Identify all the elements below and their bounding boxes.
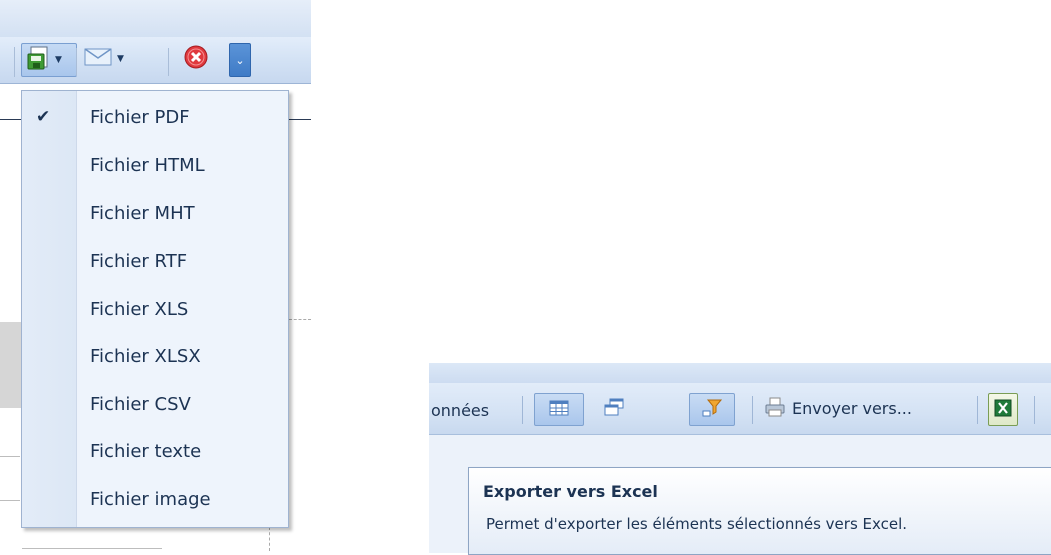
grid-view-button[interactable] <box>534 393 584 426</box>
excel-icon <box>994 399 1012 421</box>
menu-item-xlsx[interactable]: Fichier XLSX <box>22 334 288 378</box>
save-export-icon <box>26 45 52 75</box>
menu-item-label: Fichier image <box>90 488 211 510</box>
menu-item-label: Fichier CSV <box>90 393 191 415</box>
export-format-menu: ✔ Fichier PDF Fichier HTML Fichier MHT F… <box>21 90 289 528</box>
check-icon: ✔ <box>36 107 51 127</box>
export-button[interactable]: ▼ <box>21 43 77 77</box>
filter-button[interactable] <box>689 393 735 426</box>
tooltip-description: Permet d'exporter les éléments sélection… <box>486 515 908 533</box>
menu-item-label: Fichier XLSX <box>90 345 201 367</box>
send-to-button[interactable]: Envoyer vers... <box>764 393 968 424</box>
filter-icon <box>702 399 723 421</box>
dropdown-chevron-icon: ⌄ <box>235 53 245 67</box>
chevron-down-icon[interactable]: ▼ <box>55 55 62 65</box>
menu-item-rtf[interactable]: Fichier RTF <box>22 239 288 283</box>
toolbar-separator <box>1034 396 1035 424</box>
excel-tooltip: Exporter vers Excel Permet d'exporter le… <box>468 467 1051 555</box>
menu-item-pdf[interactable]: ✔ Fichier PDF <box>22 95 288 139</box>
export-excel-button[interactable] <box>988 393 1018 426</box>
menu-item-text[interactable]: Fichier texte <box>22 429 288 473</box>
ribbon-header <box>429 363 1051 383</box>
document-tick <box>0 500 20 501</box>
menu-item-label: Fichier texte <box>90 440 202 462</box>
menu-item-image[interactable]: Fichier image <box>22 477 288 521</box>
partial-label: onnées <box>431 401 490 420</box>
menu-item-label: Fichier XLS <box>90 298 189 320</box>
document-dashed-line <box>269 527 270 551</box>
title-bar <box>0 0 311 37</box>
menu-item-mht[interactable]: Fichier MHT <box>22 191 288 235</box>
menu-item-label: Fichier HTML <box>90 154 205 176</box>
toolbar-separator <box>522 396 523 424</box>
table-grid-icon <box>549 400 569 420</box>
toolbar-separator <box>977 396 978 424</box>
document-bottom-line <box>22 548 162 549</box>
windows-button[interactable] <box>598 393 630 424</box>
document-dashed-line <box>289 319 311 320</box>
document-gray-block <box>0 322 22 408</box>
close-button[interactable] <box>178 43 214 75</box>
toolbar-separator <box>168 48 169 76</box>
email-icon <box>82 46 114 72</box>
more-button[interactable]: ⌄ <box>229 43 251 77</box>
email-button[interactable]: ▼ <box>82 43 156 75</box>
toolbar-separator <box>752 396 753 424</box>
menu-item-label: Fichier RTF <box>90 250 188 272</box>
menu-item-html[interactable]: Fichier HTML <box>22 143 288 187</box>
send-to-label: Envoyer vers... <box>792 399 912 418</box>
menu-item-csv[interactable]: Fichier CSV <box>22 382 288 426</box>
printer-icon <box>764 397 786 421</box>
windows-icon <box>604 398 624 420</box>
document-tick <box>0 456 20 457</box>
toolbar-separator <box>76 48 77 76</box>
toolbar-separator <box>14 47 15 77</box>
tooltip-title: Exporter vers Excel <box>483 482 658 501</box>
chevron-down-icon[interactable]: ▼ <box>117 54 124 64</box>
close-red-icon <box>183 44 209 74</box>
menu-item-label: Fichier MHT <box>90 202 195 224</box>
menu-item-label: Fichier PDF <box>90 106 190 128</box>
menu-item-xls[interactable]: Fichier XLS <box>22 287 288 331</box>
